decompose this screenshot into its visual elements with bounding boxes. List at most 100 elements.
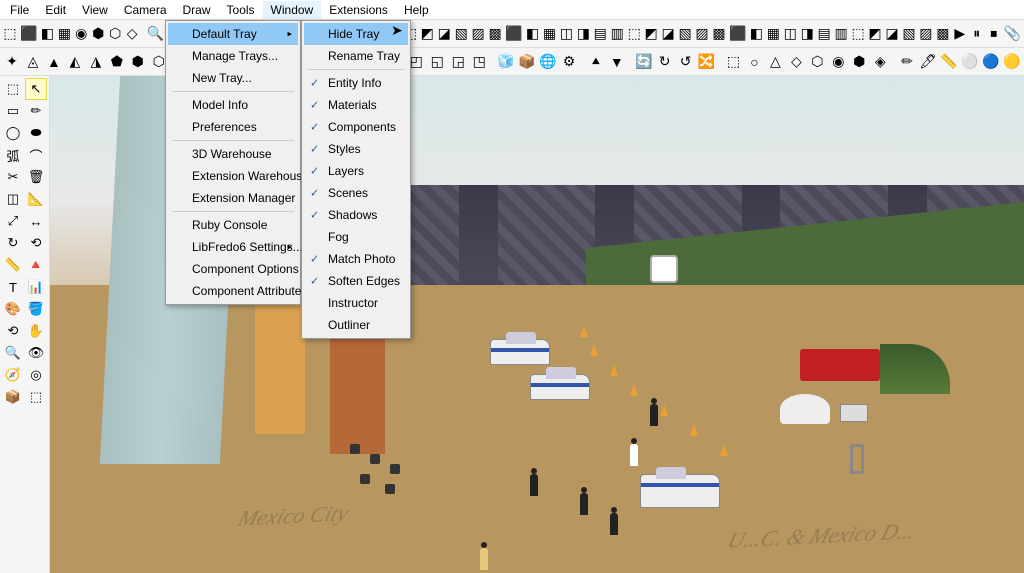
toolbar-button[interactable]: △	[765, 50, 785, 74]
toolbar-button[interactable]: 🧊	[496, 50, 516, 74]
toolbar-button[interactable]: ◳	[469, 50, 489, 74]
toolbar-button[interactable]: ◧	[39, 22, 55, 46]
toolbar-button[interactable]: ◨	[799, 22, 815, 46]
toolbar-button[interactable]: ⬚	[626, 22, 642, 46]
menu-camera[interactable]: Camera	[116, 1, 175, 19]
toolbar-button[interactable]: ◪	[884, 22, 900, 46]
menu-item-default-tray[interactable]: Default Tray▸	[168, 23, 298, 45]
toolbar-button[interactable]: ⬚	[850, 22, 866, 46]
menu-item-new-tray-[interactable]: New Tray...	[168, 67, 298, 89]
toolbar-button[interactable]: 🟡	[1002, 50, 1022, 74]
toolbar-button[interactable]: ◈	[870, 50, 890, 74]
toolbar-button[interactable]: ⬡	[107, 22, 123, 46]
toolbar-button[interactable]: ▤	[816, 22, 832, 46]
toolbar-button[interactable]: ◉	[828, 50, 848, 74]
menu-item-model-info[interactable]: Model Info	[168, 94, 298, 116]
toolbar-button[interactable]: ◬	[23, 50, 43, 74]
tool-button[interactable]: ⬚	[2, 78, 24, 100]
menu-help[interactable]: Help	[396, 1, 437, 19]
tool-button[interactable]: 🪣	[25, 298, 47, 320]
toolbar-button[interactable]: 🔀	[697, 50, 717, 74]
toolbar-button[interactable]: ◭	[65, 50, 85, 74]
toolbar-button[interactable]: ▶	[952, 22, 968, 46]
toolbar-button[interactable]: ⬢	[90, 22, 106, 46]
tool-button[interactable]: 🔍	[2, 342, 24, 364]
toolbar-button[interactable]: ◱	[427, 50, 447, 74]
tool-button[interactable]: 🗑	[25, 166, 47, 188]
tool-button[interactable]: ↔	[25, 210, 47, 232]
toolbar-button[interactable]: ▨	[694, 22, 710, 46]
tool-button[interactable]: ⬬	[25, 122, 47, 144]
toolbar-button[interactable]: ✏	[897, 50, 917, 74]
toolbar-button[interactable]: ▦	[56, 22, 72, 46]
toolbar-button[interactable]: ◇	[786, 50, 806, 74]
toolbar-button[interactable]: ▨	[918, 22, 934, 46]
tool-button[interactable]: 🧭	[2, 364, 24, 386]
toolbar-button[interactable]: 🔍	[146, 22, 165, 46]
menu-edit[interactable]: Edit	[37, 1, 74, 19]
toolbar-button[interactable]: ↺	[676, 50, 696, 74]
tray-item-instructor[interactable]: Instructor	[304, 292, 408, 314]
toolbar-button[interactable]: ◉	[73, 22, 89, 46]
toolbar-button[interactable]: ◫	[558, 22, 574, 46]
toolbar-button[interactable]: ⬛	[504, 22, 523, 46]
toolbar-button[interactable]: 📦	[517, 50, 537, 74]
toolbar-button[interactable]: ⬚	[724, 50, 744, 74]
toolbar-button[interactable]: ⯅	[586, 50, 606, 74]
tray-item-materials[interactable]: ✓Materials	[304, 94, 408, 116]
toolbar-button[interactable]: ▩	[935, 22, 951, 46]
toolbar-button[interactable]: ✦	[2, 50, 22, 74]
toolbar-button[interactable]: ▨	[470, 22, 486, 46]
tool-button[interactable]: 📦	[2, 386, 24, 408]
toolbar-button[interactable]: ⬡	[807, 50, 827, 74]
toolbar-button[interactable]: ⏹	[986, 22, 1002, 46]
menu-item-extension-warehouse[interactable]: Extension Warehouse	[168, 165, 298, 187]
tool-button[interactable]: 📐	[25, 188, 47, 210]
menu-item-3d-warehouse[interactable]: 3D Warehouse	[168, 143, 298, 165]
toolbar-button[interactable]: 🔵	[981, 50, 1001, 74]
menu-item-preferences[interactable]: Preferences	[168, 116, 298, 138]
toolbar-button[interactable]: ◲	[448, 50, 468, 74]
toolbar-button[interactable]: ◪	[660, 22, 676, 46]
tool-button[interactable]: ↖	[25, 78, 47, 100]
tool-button[interactable]: ⌒	[25, 144, 47, 166]
tool-button[interactable]: ⬚	[25, 386, 47, 408]
tray-item-layers[interactable]: ✓Layers	[304, 160, 408, 182]
menu-item-component-options[interactable]: Component Options	[168, 258, 298, 280]
toolbar-button[interactable]: ▥	[833, 22, 849, 46]
toolbar-button[interactable]: ▦	[541, 22, 557, 46]
toolbar-button[interactable]: ○	[744, 50, 764, 74]
tool-button[interactable]: ▭	[2, 100, 24, 122]
toolbar-button[interactable]: ▲	[44, 50, 64, 74]
toolbar-button[interactable]: ◨	[575, 22, 591, 46]
tool-button[interactable]: ⤢	[2, 210, 24, 232]
menu-view[interactable]: View	[74, 1, 116, 19]
menu-item-libfredo6-settings-[interactable]: LibFredo6 Settings...▸	[168, 236, 298, 258]
toolbar-button[interactable]: ▥	[609, 22, 625, 46]
toolbar-button[interactable]: ▧	[901, 22, 917, 46]
tool-button[interactable]: ✋	[25, 320, 47, 342]
toolbar-button[interactable]: ◫	[782, 22, 798, 46]
menu-item-manage-trays-[interactable]: Manage Trays...	[168, 45, 298, 67]
tool-button[interactable]: 弧	[2, 144, 24, 166]
tool-button[interactable]: ↻	[2, 232, 24, 254]
tool-button[interactable]: 🎨	[2, 298, 24, 320]
tray-item-fog[interactable]: Fog	[304, 226, 408, 248]
toolbar-button[interactable]: 🔄	[634, 50, 654, 74]
tray-item-outliner[interactable]: Outliner	[304, 314, 408, 336]
toolbar-button[interactable]: 🖊	[918, 50, 938, 74]
tool-button[interactable]: 👁	[25, 342, 47, 364]
toolbar-button[interactable]: 📏	[939, 50, 959, 74]
toolbar-button[interactable]: ⬟	[107, 50, 127, 74]
toolbar-button[interactable]: ▤	[592, 22, 608, 46]
menu-item-ruby-console[interactable]: Ruby Console	[168, 214, 298, 236]
toolbar-button[interactable]: 🌐	[538, 50, 558, 74]
menu-draw[interactable]: Draw	[175, 1, 219, 19]
tray-item-entity-info[interactable]: ✓Entity Info	[304, 72, 408, 94]
toolbar-button[interactable]: ▧	[453, 22, 469, 46]
toolbar-button[interactable]: ⬢	[128, 50, 148, 74]
toolbar-button[interactable]: ⚪	[960, 50, 980, 74]
tool-button[interactable]: 📏	[2, 254, 24, 276]
toolbar-button[interactable]: ◮	[86, 50, 106, 74]
tool-button[interactable]: ◎	[25, 364, 47, 386]
